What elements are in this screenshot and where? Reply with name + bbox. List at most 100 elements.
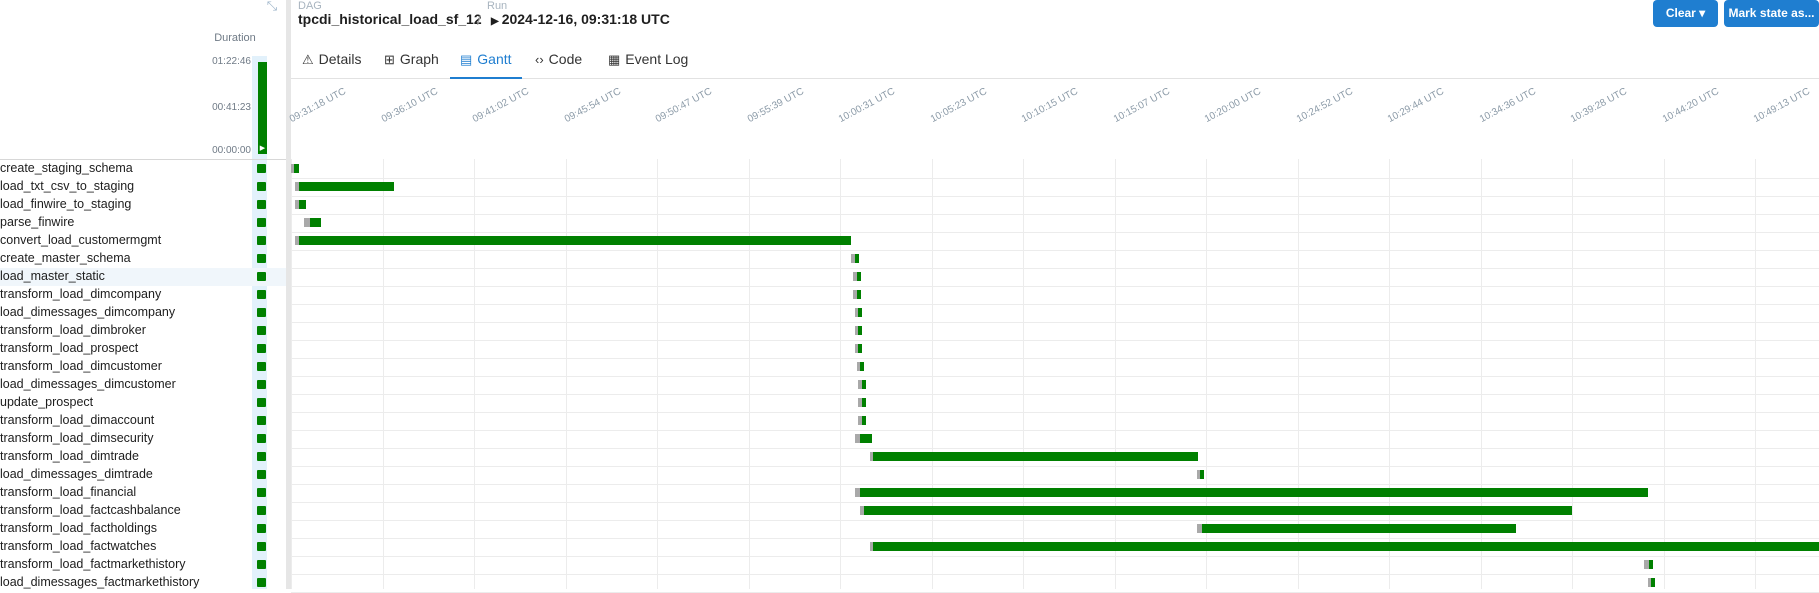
task-status-square[interactable] [257,578,266,587]
clear-button[interactable]: Clear ▾ [1653,0,1718,27]
gantt-row-line [291,484,1819,485]
task-row[interactable]: transform_load_factwatches [0,538,286,556]
gantt-run-bar[interactable] [1202,524,1516,533]
gantt-run-bar[interactable] [860,488,1648,497]
task-status-square[interactable] [257,290,266,299]
gantt-gridline [748,159,750,589]
task-name: transform_load_prospect [0,341,139,355]
task-status-square[interactable] [257,326,266,335]
gantt-gridline [565,159,567,589]
gantt-run-bar[interactable] [864,506,1573,515]
task-row[interactable]: transform_load_dimbroker [0,322,286,340]
gantt-run-bar[interactable] [1651,578,1656,587]
task-row[interactable]: parse_finwire [0,214,286,232]
task-status-square[interactable] [257,380,266,389]
task-status-square[interactable] [257,164,266,173]
task-row[interactable]: load_txt_csv_to_staging [0,178,286,196]
task-status-square[interactable] [257,398,266,407]
task-status-square[interactable] [257,362,266,371]
gantt-run-bar[interactable] [856,272,861,281]
task-status-square[interactable] [257,272,266,281]
gantt-gridline [1023,159,1024,589]
collapse-icon[interactable]: ⤡ [265,0,279,12]
gantt-run-bar[interactable] [862,380,867,389]
gantt-run-bar[interactable] [873,452,1199,461]
task-row[interactable]: transform_load_dimtrade [0,448,286,466]
task-status-square[interactable] [257,434,266,443]
gantt-row-line [291,322,1819,323]
tab-gantt[interactable]: ▤ Gantt [450,42,522,79]
task-row[interactable]: update_prospect [0,394,286,412]
run-value[interactable]: ▶ 2024-12-16, 09:31:18 UTC [491,11,670,27]
task-row[interactable]: create_staging_schema [0,160,286,178]
task-row[interactable]: load_dimessages_dimtrade [0,466,286,484]
task-name: load_txt_csv_to_staging [0,179,135,193]
gantt-gridline [1572,159,1573,589]
task-status-square[interactable] [257,200,266,209]
task-row[interactable]: transform_load_factmarkethistory [0,556,286,574]
task-status-square[interactable] [257,254,266,263]
task-status-square[interactable] [257,182,266,191]
task-status-square[interactable] [257,218,266,227]
task-row[interactable]: transform_load_dimcompany [0,286,286,304]
task-status-square[interactable] [257,488,266,497]
task-status-square[interactable] [257,236,266,245]
tab-details[interactable]: ⚠ Details [302,42,361,77]
gantt-row-line [291,430,1819,431]
gantt-run-bar[interactable] [293,164,299,173]
gantt-run-bar[interactable] [860,434,872,443]
gantt-gridline [931,159,933,589]
tab-label: Code [548,51,583,67]
tab-graph[interactable]: ⊞ Graph [384,42,439,77]
tab-event-log[interactable]: ▦ Event Log [608,42,688,77]
task-name: load_dimessages_dimcompany [0,305,176,319]
gantt-run-bar[interactable] [856,290,861,299]
gantt-run-bar[interactable] [1200,470,1205,479]
task-row[interactable]: load_dimessages_factmarkethistory [0,574,286,592]
task-status-square[interactable] [257,416,266,425]
task-row[interactable]: transform_load_financial [0,484,286,502]
gantt-run-bar[interactable] [858,308,863,317]
task-status-square[interactable] [257,470,266,479]
task-row[interactable]: convert_load_customermgmt [0,232,286,250]
task-row[interactable]: load_dimessages_dimcustomer [0,376,286,394]
gantt-run-bar[interactable] [858,326,863,335]
task-row[interactable]: transform_load_dimsecurity [0,430,286,448]
gantt-run-bar[interactable] [862,398,867,407]
task-row[interactable]: load_finwire_to_staging [0,196,286,214]
task-name: transform_load_factholdings [0,521,158,535]
task-row[interactable]: transform_load_dimcustomer [0,358,286,376]
task-row[interactable]: transform_load_factholdings [0,520,286,538]
task-status-square[interactable] [257,308,266,317]
gantt-run-bar[interactable] [309,218,322,227]
task-status-square[interactable] [257,452,266,461]
tab-code[interactable]: ‹› Code [535,42,582,77]
mark-state-button[interactable]: Mark state as... [1724,0,1819,27]
time-tick-label: 10:49:13 UTC [1751,86,1812,125]
gantt-run-bar[interactable] [298,182,395,191]
run-duration-bar[interactable] [258,62,267,154]
task-status-square[interactable] [257,344,266,353]
task-row[interactable]: create_master_schema [0,250,286,268]
gantt-run-bar[interactable] [298,200,306,209]
task-row[interactable]: transform_load_prospect [0,340,286,358]
gantt-run-bar[interactable] [1649,560,1654,569]
gantt-run-bar[interactable] [873,542,1819,551]
gantt-run-bar[interactable] [860,362,865,371]
task-row[interactable]: transform_load_factcashbalance [0,502,286,520]
dag-name-link[interactable]: tpcdi_historical_load_sf_12 [298,11,482,27]
gantt-run-bar[interactable] [298,236,851,245]
gantt-run-bar[interactable] [858,344,863,353]
task-status-square[interactable] [257,560,266,569]
warning-icon: ⚠ [302,52,314,67]
task-row[interactable]: transform_load_dimaccount [0,412,286,430]
gantt-row-line [291,196,1819,197]
task-status-square[interactable] [257,542,266,551]
task-row[interactable]: load_master_static [0,268,286,286]
task-row[interactable]: load_dimessages_dimcompany [0,304,286,322]
gantt-run-bar[interactable] [854,254,859,263]
task-status-square[interactable] [257,524,266,533]
gantt-row-line [291,466,1819,467]
task-status-square[interactable] [257,506,266,515]
gantt-run-bar[interactable] [862,416,867,425]
